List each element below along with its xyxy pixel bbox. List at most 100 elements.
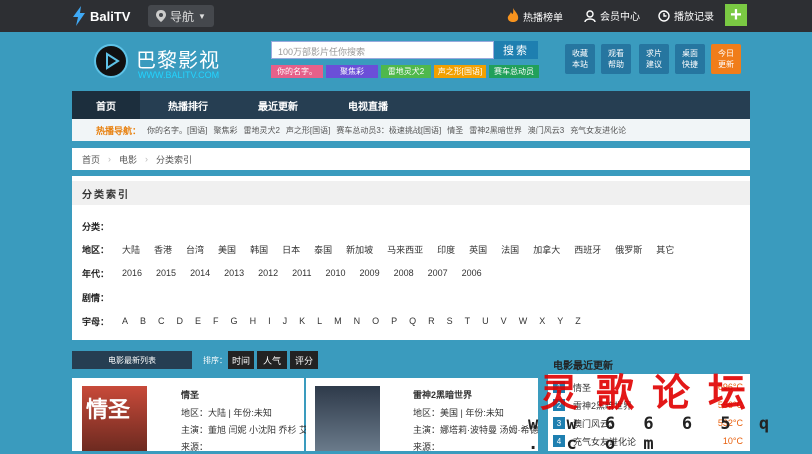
filter-option[interactable]: O	[372, 316, 379, 326]
filter-option[interactable]: 其它	[656, 243, 674, 256]
today-update-button[interactable]: 今日 更新	[711, 44, 741, 74]
filter-option[interactable]: C	[158, 316, 165, 326]
filter-option[interactable]: 2010	[326, 268, 346, 278]
movie-poster[interactable]	[315, 386, 380, 451]
filter-option[interactable]: M	[334, 316, 342, 326]
clock-icon	[658, 9, 670, 22]
filter-option[interactable]: 2006	[462, 268, 482, 278]
site-logo[interactable]: BaliTV	[72, 5, 130, 27]
latest-list-tab[interactable]: 电影最新列表	[72, 351, 192, 369]
filter-option[interactable]: 日本	[282, 243, 300, 256]
tab-hot-rank[interactable]: 热播排行	[148, 91, 228, 119]
search-button[interactable]: 搜索	[494, 41, 538, 59]
bookmark-site-button[interactable]: 收藏 本站	[565, 44, 595, 74]
tab-tv-live[interactable]: 电视直播	[328, 91, 408, 119]
filter-option[interactable]: D	[177, 316, 184, 326]
filter-option[interactable]: 大陆	[122, 243, 140, 256]
request-movie-button[interactable]: 求片 建议	[639, 44, 669, 74]
filter-option[interactable]: 加拿大	[533, 243, 560, 256]
filter-option[interactable]: U	[482, 316, 489, 326]
filter-option[interactable]: 美国	[218, 243, 236, 256]
filter-option[interactable]: 2015	[156, 268, 176, 278]
filter-option[interactable]: 2009	[360, 268, 380, 278]
tab-recent-update[interactable]: 最近更新	[238, 91, 318, 119]
sort-rating-button[interactable]: 评分	[290, 351, 318, 369]
filter-option[interactable]: L	[317, 316, 322, 326]
member-center-link[interactable]: 会员中心	[584, 8, 640, 23]
filter-option[interactable]: X	[539, 316, 545, 326]
filter-option[interactable]: F	[213, 316, 219, 326]
add-button[interactable]: +	[725, 4, 747, 26]
filter-option[interactable]: I	[268, 316, 271, 326]
hot-nav-item[interactable]: 情圣	[447, 125, 463, 136]
filter-option[interactable]: G	[231, 316, 238, 326]
filter-option[interactable]: 2016	[122, 268, 142, 278]
filter-option[interactable]: A	[122, 316, 128, 326]
filter-option[interactable]: R	[428, 316, 435, 326]
filter-option[interactable]: 英国	[469, 243, 487, 256]
filter-option[interactable]: W	[519, 316, 528, 326]
filter-option[interactable]: 马来西亚	[387, 243, 423, 256]
filter-option[interactable]: P	[391, 316, 397, 326]
breadcrumb-home[interactable]: 首页	[82, 153, 100, 166]
sort-popularity-button[interactable]: 人气	[257, 351, 287, 369]
filter-option[interactable]: 新加坡	[346, 243, 373, 256]
search-input[interactable]: 100万部影片任你搜索	[271, 41, 494, 59]
filter-option[interactable]: T	[465, 316, 471, 326]
hot-tag[interactable]: 你的名字。	[271, 65, 323, 78]
hot-nav-item[interactable]: 雷地灵犬2	[243, 125, 279, 136]
movie-title[interactable]: 情圣	[181, 388, 199, 401]
desktop-shortcut-button[interactable]: 桌面 快捷	[675, 44, 705, 74]
hot-tag[interactable]: 雷地灵犬2	[381, 65, 431, 78]
hot-tag[interactable]: 声之形[国语]	[434, 65, 486, 78]
filter-option[interactable]: 泰国	[314, 243, 332, 256]
hot-nav-bar: 热播导航： 你的名字。[国语] 聚焦彩 雷地灵犬2 声之形[国语] 赛车总动员3…	[72, 119, 750, 141]
filter-option[interactable]: N	[354, 316, 361, 326]
filter-option[interactable]: V	[501, 316, 507, 326]
hot-nav-item[interactable]: 你的名字。[国语]	[147, 125, 207, 136]
hot-nav-item[interactable]: 雷神2黑暗世界	[469, 125, 521, 136]
sort-time-button[interactable]: 时间	[228, 351, 254, 369]
filter-option[interactable]: B	[140, 316, 146, 326]
filter-option[interactable]: Y	[557, 316, 563, 326]
filter-option[interactable]: Z	[575, 316, 581, 326]
hot-nav-item[interactable]: 声之形[国语]	[286, 125, 330, 136]
hot-nav-item[interactable]: 充气女友进化论	[570, 125, 626, 136]
filter-option[interactable]: 韩国	[250, 243, 268, 256]
filter-option[interactable]: K	[299, 316, 305, 326]
play-history-link[interactable]: 播放记录	[658, 8, 714, 23]
movie-poster[interactable]: 情圣	[82, 386, 147, 451]
breadcrumb-current: 分类索引	[156, 154, 193, 165]
movie-title[interactable]: 雷神2黑暗世界	[413, 388, 472, 401]
hot-list-link[interactable]: 热播榜单	[507, 8, 563, 24]
filter-option[interactable]: S	[447, 316, 453, 326]
filter-option[interactable]: 2007	[428, 268, 448, 278]
nav-dropdown[interactable]: 导航 ▼	[148, 5, 214, 27]
filter-row-plot: 剧情：	[82, 290, 122, 304]
filter-option[interactable]: 印度	[437, 243, 455, 256]
hot-nav-item[interactable]: 澳门风云3	[528, 125, 564, 136]
filter-option[interactable]: 2012	[258, 268, 278, 278]
breadcrumb-movie[interactable]: 电影	[119, 153, 137, 166]
filter-option[interactable]: H	[250, 316, 257, 326]
filter-option[interactable]: 2014	[190, 268, 210, 278]
hot-tag[interactable]: 聚焦彩	[326, 65, 378, 78]
hot-nav-item[interactable]: 聚焦彩	[213, 125, 237, 136]
tab-home[interactable]: 首页	[72, 91, 140, 119]
filter-option[interactable]: 台湾	[186, 243, 204, 256]
filter-option[interactable]: J	[283, 316, 288, 326]
hot-tag[interactable]: 赛车总动员	[489, 65, 539, 78]
filter-option[interactable]: E	[195, 316, 201, 326]
filter-option[interactable]: 2013	[224, 268, 244, 278]
member-center-label: 会员中心	[600, 12, 640, 23]
sort-label: 排序：	[203, 356, 227, 365]
filter-option[interactable]: 西班牙	[574, 243, 601, 256]
filter-option[interactable]: 2011	[292, 268, 311, 278]
filter-option[interactable]: 2008	[394, 268, 414, 278]
filter-option[interactable]: Q	[409, 316, 416, 326]
filter-option[interactable]: 香港	[154, 243, 172, 256]
filter-option[interactable]: 法国	[501, 243, 519, 256]
hot-nav-item[interactable]: 赛车总动员3：极速挑战[国语]	[336, 125, 441, 136]
filter-option[interactable]: 俄罗斯	[615, 243, 642, 256]
help-button[interactable]: 观看 帮助	[601, 44, 631, 74]
